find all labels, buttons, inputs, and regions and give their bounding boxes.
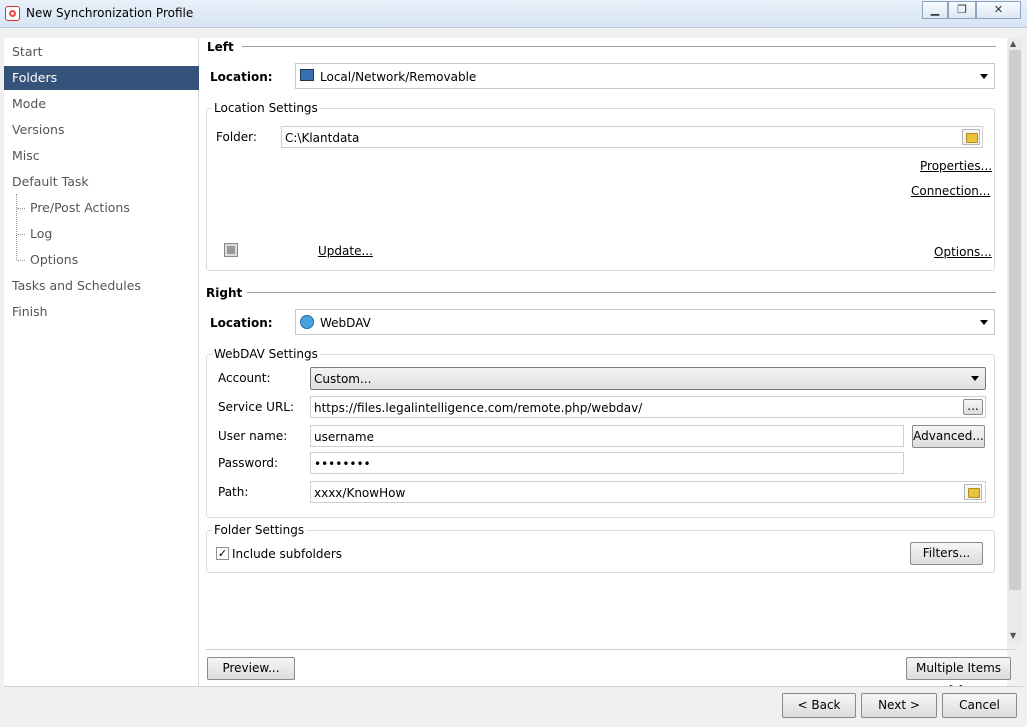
sidebar-item-start[interactable]: Start — [4, 40, 199, 64]
sidebar-item-mode[interactable]: Mode — [4, 92, 199, 116]
minimize-button[interactable]: ▁ — [922, 1, 948, 19]
scroll-down-icon[interactable]: ▼ — [1010, 631, 1016, 640]
path-input[interactable]: xxxx/KnowHow — [310, 481, 986, 503]
service-url-value: https://files.legalintelligence.com/remo… — [314, 401, 643, 415]
left-heading: Left — [207, 40, 234, 54]
username-value: username — [314, 430, 374, 444]
sidebar-item-finish[interactable]: Finish — [4, 300, 199, 324]
next-button[interactable]: Next > — [861, 693, 937, 718]
service-url-browse-button[interactable]: ... — [963, 399, 983, 415]
browse-path-icon[interactable] — [964, 484, 982, 500]
options-link[interactable]: Options... — [934, 245, 992, 259]
cancel-button[interactable]: Cancel — [942, 693, 1017, 718]
left-location-select[interactable]: Local/Network/Removable — [295, 63, 995, 89]
chevron-down-icon — [971, 376, 979, 381]
sidebar-item-pre-post-actions[interactable]: Pre/Post Actions — [4, 196, 199, 220]
sidebar-item-log[interactable]: Log — [4, 222, 199, 246]
password-value: •••••••• — [314, 457, 371, 471]
account-value: Custom... — [314, 372, 372, 386]
sidebar-item-versions[interactable]: Versions — [4, 118, 199, 142]
sidebar-item-options[interactable]: Options — [4, 248, 199, 272]
divider — [242, 46, 996, 47]
window-title: New Synchronization Profile — [26, 6, 194, 20]
account-select[interactable]: Custom... — [310, 367, 986, 390]
path-value: xxxx/KnowHow — [314, 486, 406, 500]
multiple-items-button[interactable]: Multiple Items >> — [906, 657, 1011, 695]
back-button[interactable]: < Back — [782, 693, 856, 718]
sidebar-item-folders[interactable]: Folders — [4, 66, 199, 90]
right-location-value: WebDAV — [320, 316, 371, 330]
left-location-label: Location: — [210, 70, 273, 84]
service-url-input[interactable]: https://files.legalintelligence.com/remo… — [310, 396, 986, 418]
include-subfolders-checkbox[interactable]: ✓ — [216, 547, 229, 560]
username-label: User name: — [218, 429, 288, 443]
globe-icon — [300, 315, 314, 329]
right-location-select[interactable]: WebDAV — [295, 309, 995, 335]
browse-folder-icon[interactable] — [962, 129, 980, 145]
service-url-label: Service URL: — [218, 400, 295, 414]
status-indicator-icon — [224, 243, 238, 257]
app-logo-icon — [5, 6, 20, 21]
right-location-label: Location: — [210, 316, 273, 330]
chevron-down-icon — [980, 320, 988, 325]
include-subfolders-label: Include subfolders — [232, 547, 343, 561]
advanced-button[interactable]: Advanced... — [912, 425, 985, 448]
folder-settings-title: Folder Settings — [212, 523, 307, 537]
sidebar-item-default-task[interactable]: Default Task — [4, 170, 199, 194]
account-label: Account: — [218, 371, 271, 385]
folder-value: C:\Klantdata — [285, 131, 360, 145]
computer-icon — [300, 69, 314, 81]
folder-input[interactable]: C:\Klantdata — [281, 126, 983, 148]
preview-button[interactable]: Preview... — [207, 657, 295, 680]
password-input[interactable]: •••••••• — [310, 452, 904, 474]
divider — [206, 649, 1015, 650]
location-settings-title: Location Settings — [212, 101, 320, 115]
username-input[interactable]: username — [310, 425, 904, 447]
folder-label: Folder: — [216, 130, 257, 144]
close-button[interactable]: ✕ — [976, 1, 1021, 19]
scroll-up-icon[interactable]: ▲ — [1010, 39, 1016, 48]
divider — [247, 292, 996, 293]
sidebar-item-tasks-and-schedules[interactable]: Tasks and Schedules — [4, 274, 199, 298]
maximize-button[interactable]: ❐ — [948, 1, 976, 19]
sidebar-item-misc[interactable]: Misc — [4, 144, 199, 168]
right-heading: Right — [206, 286, 243, 300]
sidebar: Start Folders Mode Versions Misc Default… — [4, 38, 199, 686]
password-label: Password: — [218, 456, 279, 470]
chevron-down-icon — [980, 74, 988, 79]
filters-button[interactable]: Filters... — [910, 542, 983, 565]
scrollbar-thumb[interactable] — [1009, 50, 1021, 590]
connection-link[interactable]: Connection... — [911, 184, 990, 198]
webdav-settings-title: WebDAV Settings — [212, 347, 320, 361]
update-link[interactable]: Update... — [318, 244, 373, 258]
properties-link[interactable]: Properties... — [920, 159, 992, 173]
left-location-value: Local/Network/Removable — [320, 70, 477, 84]
path-label: Path: — [218, 485, 249, 499]
